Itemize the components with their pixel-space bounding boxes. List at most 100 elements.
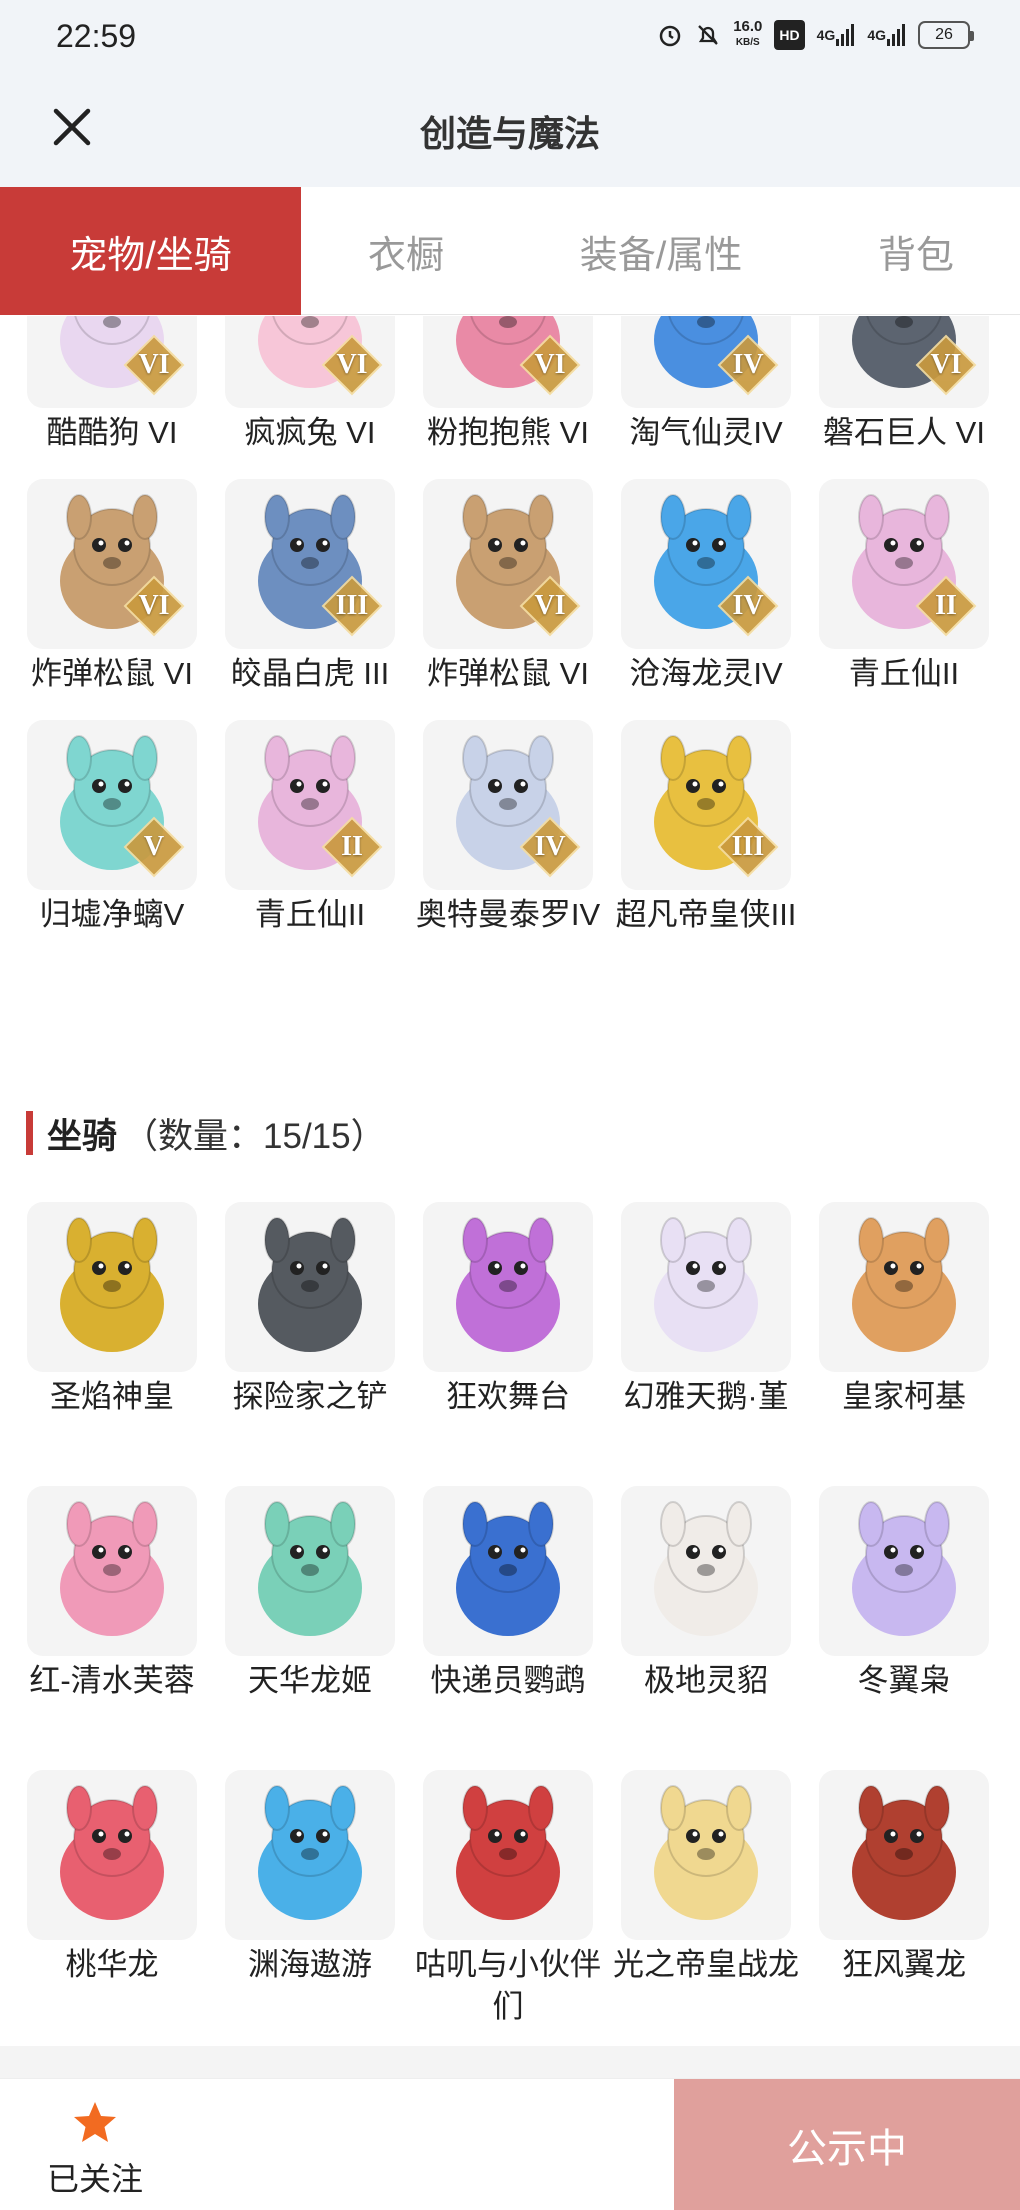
pet-thumbnail: III xyxy=(225,479,395,649)
follow-button[interactable]: 已关注 xyxy=(40,2099,150,2200)
pet-name: 归墟净螭V xyxy=(39,897,185,932)
mount-artwork xyxy=(60,1785,164,1920)
mount-item[interactable]: 渊海遨游 xyxy=(225,1770,395,1986)
mount-artwork xyxy=(852,1501,956,1636)
mount-thumbnail xyxy=(621,1486,791,1656)
mount-item[interactable]: 桃华龙 xyxy=(27,1770,197,1986)
mount-thumbnail xyxy=(27,1770,197,1940)
tab-wardrobe[interactable]: 衣橱 xyxy=(301,187,511,315)
mount-artwork xyxy=(654,1785,758,1920)
pet-name: 沧海龙灵IV xyxy=(629,656,783,691)
mount-thumbnail xyxy=(225,1202,395,1372)
mount-item[interactable]: 红-清水芙蓉 xyxy=(27,1486,197,1702)
pet-thumbnail: VI xyxy=(423,316,593,408)
tab-pets-mounts[interactable]: 宠物/坐骑 xyxy=(0,187,301,315)
mount-name: 圣焰神皇 xyxy=(50,1379,174,1414)
pet-name: 青丘仙II xyxy=(254,897,366,932)
mount-item[interactable]: 狂风翼龙 xyxy=(819,1770,989,1986)
mount-item[interactable]: 极地灵貂 xyxy=(621,1486,791,1702)
mount-item[interactable]: 狂欢舞台 xyxy=(423,1202,593,1418)
status-bar: 22:59 16.0 KB/S HD 4G 4G 26 xyxy=(0,0,1020,75)
title-bar: 创造与魔法 xyxy=(0,75,1020,187)
mount-thumbnail xyxy=(621,1202,791,1372)
mount-item[interactable]: 天华龙姬 xyxy=(225,1486,395,1702)
mount-artwork xyxy=(456,1501,560,1636)
pet-item[interactable]: VI 酷酷狗 VI xyxy=(27,316,197,454)
signal-icon-2: 4G xyxy=(867,20,906,50)
status-icons: 16.0 KB/S HD 4G 4G 26 xyxy=(657,18,974,50)
alarm-icon xyxy=(657,20,683,50)
pet-name: 磐石巨人 VI xyxy=(823,415,985,450)
tab-equipment[interactable]: 装备/属性 xyxy=(541,187,781,315)
star-icon xyxy=(74,2102,116,2142)
pet-name: 皎晶白虎 III xyxy=(230,656,390,691)
network-speed: 16.0 KB/S xyxy=(733,18,763,48)
mount-artwork xyxy=(60,1501,164,1636)
mount-artwork xyxy=(654,1217,758,1352)
mount-name: 探险家之铲 xyxy=(232,1379,388,1414)
tab-bar: 宠物/坐骑 衣橱 装备/属性 背包 xyxy=(0,187,1020,315)
pet-name: 淘气仙灵IV xyxy=(629,415,783,450)
pet-item[interactable]: IV 奥特曼泰罗IV xyxy=(416,720,600,936)
pet-thumbnail: II xyxy=(819,479,989,649)
mount-thumbnail xyxy=(225,1770,395,1940)
mount-thumbnail xyxy=(27,1202,197,1372)
pet-item[interactable]: VI 粉抱抱熊 VI xyxy=(423,316,593,454)
mute-bell-icon xyxy=(695,20,721,50)
mount-thumbnail xyxy=(621,1770,791,1940)
mount-name: 狂风翼龙 xyxy=(842,1947,966,1982)
rank-label: IV xyxy=(732,349,764,380)
pet-item[interactable]: VI 磐石巨人 VI xyxy=(819,316,989,454)
pet-thumbnail: II xyxy=(225,720,395,890)
pet-item[interactable]: VI 炸弹松鼠 VI xyxy=(423,479,593,695)
mount-name: 渊海遨游 xyxy=(248,1947,372,1982)
content-area[interactable]: VI 酷酷狗 VI VI 疯疯兔 VI VI 粉抱抱熊 VI IV 淘气仙灵IV VI 磐石巨人 … xyxy=(0,316,1020,2046)
rank-label: IV xyxy=(534,831,566,862)
rank-label: VI xyxy=(138,590,170,621)
pet-item[interactable]: IV 沧海龙灵IV xyxy=(621,479,791,695)
mount-artwork xyxy=(258,1501,362,1636)
mount-artwork xyxy=(852,1217,956,1352)
pet-item[interactable]: II 青丘仙II xyxy=(819,479,989,695)
mount-artwork xyxy=(60,1217,164,1352)
mount-name: 极地灵貂 xyxy=(644,1663,768,1698)
pet-thumbnail: V xyxy=(27,720,197,890)
pet-item[interactable]: V 归墟净螭V xyxy=(27,720,197,936)
mount-item[interactable]: 快递员鹦鹉 xyxy=(423,1486,593,1702)
mount-item[interactable]: 光之帝皇战龙 xyxy=(613,1770,799,1986)
mount-thumbnail xyxy=(225,1486,395,1656)
pet-item[interactable]: IV 淘气仙灵IV xyxy=(621,316,791,454)
pet-thumbnail: VI xyxy=(27,479,197,649)
mount-name: 狂欢舞台 xyxy=(446,1379,570,1414)
mount-item[interactable]: 皇家柯基 xyxy=(819,1202,989,1418)
mount-artwork xyxy=(852,1785,956,1920)
mount-name: 快递员鹦鹉 xyxy=(430,1663,586,1698)
pet-item[interactable]: II 青丘仙II xyxy=(225,720,395,936)
pet-item[interactable]: III 超凡帝皇侠III xyxy=(616,720,796,936)
mount-item[interactable]: 冬翼枭 xyxy=(819,1486,989,1702)
pet-name: 酷酷狗 VI xyxy=(46,415,178,450)
mount-artwork xyxy=(258,1785,362,1920)
publicity-button[interactable]: 公示中 xyxy=(674,2079,1020,2210)
pet-thumbnail: VI xyxy=(819,316,989,408)
mount-thumbnail xyxy=(819,1486,989,1656)
mount-item[interactable]: 幻雅天鹅·堇 xyxy=(621,1202,791,1418)
pet-name: 炸弹松鼠 VI xyxy=(31,656,193,691)
mount-thumbnail xyxy=(27,1486,197,1656)
mount-name: 皇家柯基 xyxy=(842,1379,966,1414)
rank-label: VI xyxy=(138,349,170,380)
mount-artwork xyxy=(654,1501,758,1636)
mount-name: 咕叽与小伙伴们 xyxy=(415,1947,601,2024)
mount-item[interactable]: 咕叽与小伙伴们 xyxy=(415,1770,601,2028)
mount-item[interactable]: 圣焰神皇 xyxy=(27,1202,197,1418)
section-count: （数量：15/15） xyxy=(123,1116,386,1156)
bottom-bar: 已关注 公示中 xyxy=(0,2078,1020,2210)
tab-backpack[interactable]: 背包 xyxy=(821,187,1011,315)
mount-name: 光之帝皇战龙 xyxy=(613,1947,799,1982)
pet-item[interactable]: VI 炸弹松鼠 VI xyxy=(27,479,197,695)
rank-label: VI xyxy=(534,590,566,621)
pet-item[interactable]: III 皎晶白虎 III xyxy=(225,479,395,695)
pet-item[interactable]: VI 疯疯兔 VI xyxy=(225,316,395,454)
mount-item[interactable]: 探险家之铲 xyxy=(225,1202,395,1418)
pet-thumbnail: IV xyxy=(621,479,791,649)
